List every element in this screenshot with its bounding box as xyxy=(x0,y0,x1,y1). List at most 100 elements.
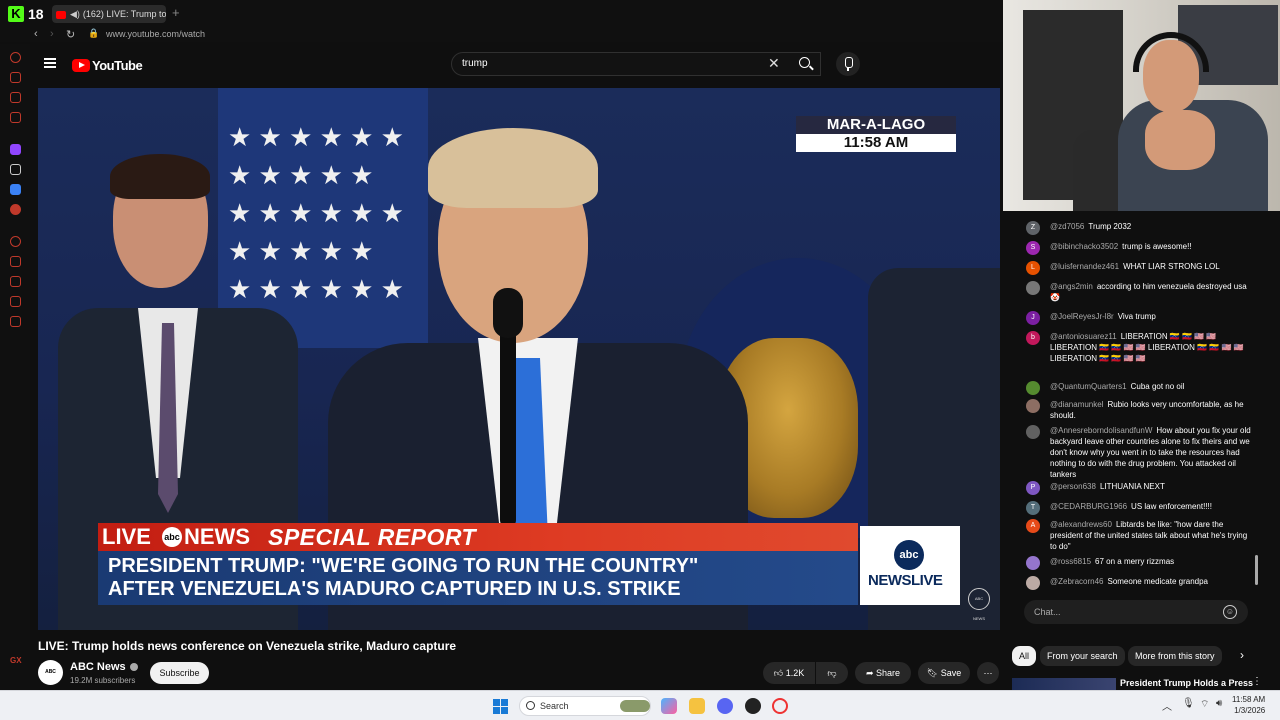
forward-icon[interactable]: › xyxy=(50,28,54,40)
chat-username[interactable]: @person638 xyxy=(1050,482,1096,491)
record-icon[interactable] xyxy=(10,204,21,215)
subscribe-button[interactable]: Subscribe xyxy=(150,662,209,684)
chat-username[interactable]: @Zebracorn46 xyxy=(1050,577,1103,586)
gallery-icon[interactable] xyxy=(10,276,21,287)
chat-username[interactable]: @zd7056 xyxy=(1050,222,1084,231)
sidebar-app-icon[interactable] xyxy=(10,52,21,63)
dislike-button[interactable]: 👎︎ xyxy=(816,662,848,684)
kick-app-icon[interactable]: K xyxy=(8,6,24,22)
clear-search-icon[interactable]: ✕ xyxy=(768,55,780,72)
opera-gx-icon[interactable] xyxy=(772,698,788,714)
chat-avatar[interactable]: L xyxy=(1026,261,1040,275)
save-button[interactable]: 🔖︎ Save xyxy=(918,662,970,684)
chat-username[interactable]: @antoniosuarez11 xyxy=(1050,332,1117,341)
reload-icon[interactable]: ↻ xyxy=(66,28,75,41)
sidebar-app-icon[interactable] xyxy=(10,92,21,103)
chat-avatar[interactable] xyxy=(1026,556,1040,570)
search-highlight-icon[interactable] xyxy=(620,700,650,712)
chat-avatar[interactable] xyxy=(1026,281,1040,295)
speaker-icon[interactable]: ◀) xyxy=(70,9,80,19)
chat-avatar[interactable]: J xyxy=(1026,311,1040,325)
chat-avatar[interactable]: P xyxy=(1026,481,1040,495)
chat-username[interactable]: @QuantumQuarters1 xyxy=(1050,382,1127,391)
youtube-logo[interactable]: YouTube xyxy=(72,57,143,75)
sidebar-app-icon[interactable] xyxy=(10,112,21,123)
x-icon[interactable] xyxy=(10,164,21,175)
taskbar-clock[interactable]: 11:58 AM 1/3/2026 xyxy=(1232,694,1265,716)
chat-scrollbar[interactable] xyxy=(1255,555,1258,585)
chat-username[interactable]: @JoelReyesJr-l8r xyxy=(1050,312,1114,321)
chat-avatar[interactable] xyxy=(1026,425,1040,439)
chip-from-your-search[interactable]: From your search xyxy=(1040,646,1125,666)
volume-icon[interactable]: 🔊︎ xyxy=(1216,698,1222,709)
chat-username[interactable]: @bibinchacko3502 xyxy=(1050,242,1118,251)
extension-icon[interactable] xyxy=(10,296,21,307)
chat-avatar[interactable]: Z xyxy=(1026,221,1040,235)
location-box: MAR-A-LAGO 11:58 AM xyxy=(796,116,956,152)
browser-nav-bar: ‹ › ↻ 🔒 www.youtube.com/watch xyxy=(0,28,1003,42)
related-more-icon[interactable]: ⋮ xyxy=(1252,676,1262,687)
share-button[interactable]: ➦ Share xyxy=(855,662,911,684)
copilot-icon[interactable] xyxy=(661,698,677,714)
chat-avatar[interactable] xyxy=(1026,576,1040,590)
browser-tab-youtube[interactable]: ◀)(162) LIVE: Trump to hold xyxy=(52,5,166,23)
emoji-icon[interactable]: ☺ xyxy=(1223,605,1237,619)
clock-date: 1/3/2026 xyxy=(1234,706,1266,715)
chip-more-from-story[interactable]: More from this story xyxy=(1128,646,1222,666)
chevron-right-icon[interactable]: › xyxy=(1240,648,1244,662)
abc-circle: abc xyxy=(894,540,924,570)
voice-search-icon[interactable] xyxy=(836,52,860,76)
live-chat[interactable]: Z @zd7056 Trump 2032 S @bibinchacko3502 trump… xyxy=(1010,211,1260,593)
channel-name[interactable]: ABC News xyxy=(70,661,138,673)
chat-message: b @antoniosuarez11 LIBERATION 🇻🇪 🇻🇪 🇺🇸 🇺🇸 … xyxy=(1026,331,1252,364)
search-input[interactable]: trump xyxy=(451,52,821,76)
search-button[interactable] xyxy=(793,52,819,76)
chat-avatar[interactable]: T xyxy=(1026,501,1040,515)
chat-avatar[interactable] xyxy=(1026,399,1040,413)
address-bar[interactable]: www.youtube.com/watch xyxy=(106,29,205,39)
wifi-icon[interactable]: ⌔ xyxy=(1200,698,1209,711)
chat-input[interactable]: Chat... xyxy=(1024,600,1248,624)
new-tab-button[interactable]: + xyxy=(172,5,180,20)
chat-avatar[interactable]: b xyxy=(1026,331,1040,345)
windows-start-icon[interactable] xyxy=(493,699,508,714)
chat-message-body: @angs2min according to him venezuela dest… xyxy=(1050,281,1252,303)
chat-message: @QuantumQuarters1 Cuba got no oil xyxy=(1026,381,1252,395)
microphone-tray-icon[interactable]: 🎙︎ xyxy=(1182,698,1195,709)
chip-all[interactable]: All xyxy=(1012,646,1037,666)
twitch-icon[interactable] xyxy=(10,144,21,155)
chat-username[interactable]: @ross6815 xyxy=(1050,557,1091,566)
chat-message: @Zebracorn46 Someone medicate grandpa xyxy=(1026,576,1252,590)
discord-icon[interactable] xyxy=(717,698,733,714)
chat-username[interactable]: @dianamunkel xyxy=(1050,400,1103,409)
back-icon[interactable]: ‹ xyxy=(34,28,38,40)
file-explorer-icon[interactable] xyxy=(689,698,705,714)
chat-avatar[interactable]: A xyxy=(1026,519,1040,533)
chat-text: 67 on a merry rizzmas xyxy=(1095,557,1175,566)
chat-username[interactable]: @CEDARBURG1966 xyxy=(1050,502,1127,511)
related-video-title[interactable]: President Trump Holds a Press xyxy=(1120,678,1253,688)
menu-icon[interactable] xyxy=(44,58,56,68)
bitwarden-icon[interactable] xyxy=(10,184,21,195)
sidebar-app-icon[interactable] xyxy=(10,72,21,83)
chat-username[interactable]: @angs2min xyxy=(1050,282,1093,291)
chat-avatar[interactable] xyxy=(1026,381,1040,395)
chat-message-body: @zd7056 Trump 2032 xyxy=(1050,221,1252,232)
chat-username[interactable]: @luisfernandez461 xyxy=(1050,262,1119,271)
player-icon[interactable] xyxy=(10,236,21,247)
chat-message: P @person638 LITHUANIA NEXT xyxy=(1026,481,1252,495)
chat-username[interactable]: @alexandrews60 xyxy=(1050,520,1112,529)
chat-username[interactable]: @AnnesreborndolisandfunW xyxy=(1050,426,1152,435)
related-video-thumbnail[interactable] xyxy=(1012,678,1116,690)
send-icon[interactable] xyxy=(10,256,21,267)
wallet-icon[interactable] xyxy=(10,316,21,327)
more-actions-button[interactable]: ⋯ xyxy=(977,662,999,684)
video-player[interactable]: MAR-A-LAGO 11:58 AM LIVE abc NEWS SPECIA… xyxy=(38,88,1000,630)
chat-text: Cuba got no oil xyxy=(1130,382,1185,391)
subscriber-count: 19.2M subscribers xyxy=(70,676,136,685)
obs-icon[interactable] xyxy=(745,698,761,714)
tray-chevron-icon[interactable]: ︿ xyxy=(1162,698,1172,713)
like-button[interactable]: 👍︎ 1.2K xyxy=(763,662,815,684)
chat-avatar[interactable]: S xyxy=(1026,241,1040,255)
channel-avatar[interactable]: ABC NEWS xyxy=(38,660,63,700)
